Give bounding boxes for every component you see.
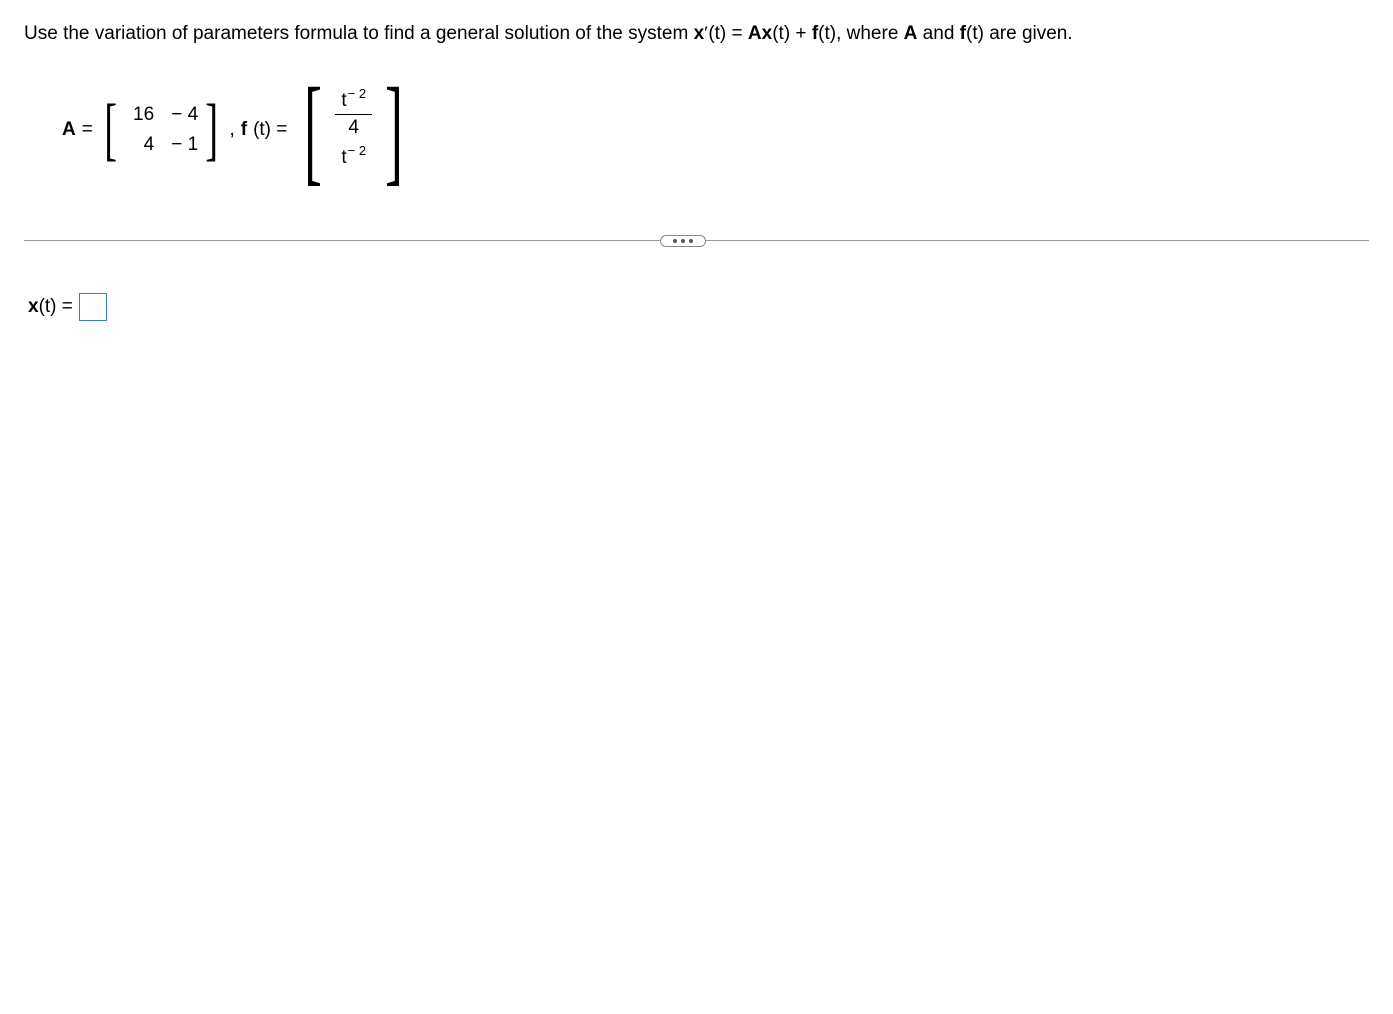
matrix-A-r2c2: − 1	[168, 134, 198, 156]
answer-arg: (t) =	[39, 296, 73, 317]
matrix-A-row-1: 16 − 4	[124, 104, 198, 126]
f-top-base: t	[341, 90, 346, 112]
eq-x-lhs: x	[694, 23, 705, 44]
vector-f: [ t − 2 4 t − 2 ]	[293, 79, 414, 181]
ellipsis-dot-icon	[673, 239, 677, 243]
f-bottom: t − 2	[341, 147, 366, 169]
answer-x-label: x	[28, 296, 39, 317]
f-top-exp: − 2	[348, 86, 366, 101]
matrix-A-r1c1: 16	[124, 104, 154, 126]
answer-input[interactable]	[79, 293, 107, 321]
eq-arg2: (t) +	[772, 23, 812, 44]
eq-arg3: (t), where	[818, 23, 904, 44]
fraction: t − 2 4	[335, 90, 372, 139]
expand-button[interactable]	[660, 235, 706, 247]
f-bot-base: t	[341, 147, 346, 169]
answer-row: x(t) =	[28, 293, 1369, 321]
ellipsis-dot-icon	[681, 239, 685, 243]
vector-f-label: f	[241, 119, 247, 141]
left-bracket-tall-icon: [	[304, 79, 322, 181]
fraction-top: t − 2	[335, 90, 372, 115]
problem-statement: Use the variation of parameters formula …	[24, 20, 1369, 49]
right-bracket-tall-icon: ]	[385, 79, 403, 181]
right-bracket-icon: ]	[205, 98, 218, 161]
vector-f-arg: (t) =	[253, 119, 287, 141]
comma: ,	[229, 119, 234, 141]
f-bot-exp: − 2	[348, 143, 366, 158]
fraction-bottom: 4	[342, 115, 365, 139]
divider-row	[24, 229, 1369, 253]
ellipsis-dot-icon	[689, 239, 693, 243]
matrix-A-content: 16 − 4 4 − 1	[122, 104, 200, 156]
matrix-A-r2c1: 4	[124, 134, 154, 156]
eq-x-mid: x	[762, 23, 773, 44]
equals-1: =	[82, 119, 93, 141]
matrix-A-label: A	[62, 119, 76, 141]
eq-arg4: (t) are given.	[966, 23, 1073, 44]
matrix-A-row-2: 4 − 1	[124, 134, 198, 156]
problem-prefix: Use the variation of parameters formula …	[24, 23, 694, 44]
eq-A2: A	[904, 23, 918, 44]
equation-block: A = [ 16 − 4 4 − 1 ] , f (t) = [ t − 2	[62, 79, 1369, 181]
left-bracket-icon: [	[104, 98, 117, 161]
eq-and: and	[917, 23, 959, 44]
eq-arg1: (t) =	[708, 23, 748, 44]
vector-f-content: t − 2 4 t − 2	[333, 90, 374, 169]
matrix-A-r1c2: − 4	[168, 104, 198, 126]
eq-A: A	[748, 23, 762, 44]
matrix-A: [ 16 − 4 4 − 1 ]	[99, 98, 224, 161]
